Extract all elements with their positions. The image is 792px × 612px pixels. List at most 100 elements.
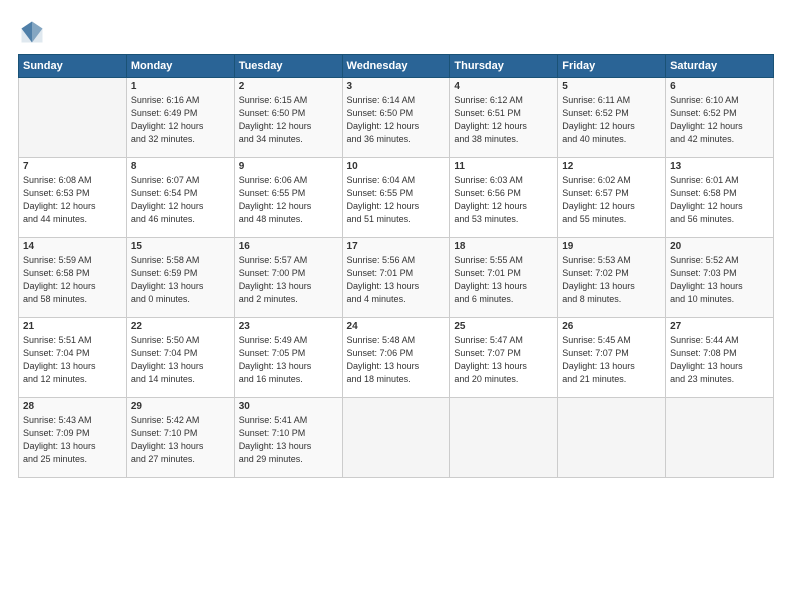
- calendar-table: SundayMondayTuesdayWednesdayThursdayFrid…: [18, 54, 774, 478]
- day-cell: 2Sunrise: 6:15 AM Sunset: 6:50 PM Daylig…: [234, 78, 342, 158]
- day-cell: 17 Sunrise: 5:56 AM Sunset: 7:01 PM Dayli…: [342, 238, 450, 318]
- day-cell: 12 Sunrise: 6:02 AM Sunset: 6:57 PM Dayli…: [558, 158, 666, 238]
- day-cell: 20Sunrise: 5:52 AM Sunset: 7:03 PM Dayli…: [666, 238, 774, 318]
- header-day-friday: Friday: [558, 55, 666, 78]
- day-number: 9: [239, 161, 338, 172]
- day-info: Sunrise: 6:01 AM Sunset: 6:58 PM Dayligh…: [670, 174, 769, 226]
- header-day-wednesday: Wednesday: [342, 55, 450, 78]
- day-cell: 24 Sunrise: 5:48 AM Sunset: 7:06 PM Dayli…: [342, 318, 450, 398]
- day-info: Sunrise: 6:12 AM Sunset: 6:51 PM Dayligh…: [454, 94, 553, 146]
- day-info: Sunrise: 6:14 AM Sunset: 6:50 PM Dayligh…: [347, 94, 446, 146]
- day-info: Sunrise: 5:44 AM Sunset: 7:08 PM Dayligh…: [670, 334, 769, 386]
- day-number: 28: [23, 401, 122, 412]
- week-row-2: 14 Sunrise: 5:59 AM Sunset: 6:58 PM Dayli…: [19, 238, 774, 318]
- day-info: Sunrise: 5:43 AM Sunset: 7:09 PM Dayligh…: [23, 414, 122, 466]
- logo: [18, 18, 50, 46]
- day-cell: [558, 398, 666, 478]
- day-cell: 26Sunrise: 5:45 AM Sunset: 7:07 PM Dayli…: [558, 318, 666, 398]
- day-info: Sunrise: 5:57 AM Sunset: 7:00 PM Dayligh…: [239, 254, 338, 306]
- day-cell: 29Sunrise: 5:42 AM Sunset: 7:10 PM Dayli…: [126, 398, 234, 478]
- day-number: 17: [347, 241, 446, 252]
- week-row-0: 1Sunrise: 6:16 AM Sunset: 6:49 PM Daylig…: [19, 78, 774, 158]
- day-cell: 11Sunrise: 6:03 AM Sunset: 6:56 PM Dayli…: [450, 158, 558, 238]
- calendar-header: SundayMondayTuesdayWednesdayThursdayFrid…: [19, 55, 774, 78]
- day-cell: 10 Sunrise: 6:04 AM Sunset: 6:55 PM Dayli…: [342, 158, 450, 238]
- header: [18, 18, 774, 46]
- day-number: 24: [347, 321, 446, 332]
- day-info: Sunrise: 5:55 AM Sunset: 7:01 PM Dayligh…: [454, 254, 553, 306]
- day-number: 20: [670, 241, 769, 252]
- day-info: Sunrise: 5:56 AM Sunset: 7:01 PM Dayligh…: [347, 254, 446, 306]
- week-row-4: 28 Sunrise: 5:43 AM Sunset: 7:09 PM Dayli…: [19, 398, 774, 478]
- day-cell: 14 Sunrise: 5:59 AM Sunset: 6:58 PM Dayli…: [19, 238, 127, 318]
- day-number: 7: [23, 161, 122, 172]
- day-info: Sunrise: 5:47 AM Sunset: 7:07 PM Dayligh…: [454, 334, 553, 386]
- day-cell: 13 Sunrise: 6:01 AM Sunset: 6:58 PM Dayli…: [666, 158, 774, 238]
- day-info: Sunrise: 5:51 AM Sunset: 7:04 PM Dayligh…: [23, 334, 122, 386]
- week-row-1: 7 Sunrise: 6:08 AM Sunset: 6:53 PM Daylig…: [19, 158, 774, 238]
- day-info: Sunrise: 5:41 AM Sunset: 7:10 PM Dayligh…: [239, 414, 338, 466]
- day-number: 5: [562, 81, 661, 92]
- day-cell: 9 Sunrise: 6:06 AM Sunset: 6:55 PM Daylig…: [234, 158, 342, 238]
- day-number: 13: [670, 161, 769, 172]
- day-cell: [666, 398, 774, 478]
- day-cell: 1Sunrise: 6:16 AM Sunset: 6:49 PM Daylig…: [126, 78, 234, 158]
- day-number: 16: [239, 241, 338, 252]
- day-cell: 16 Sunrise: 5:57 AM Sunset: 7:00 PM Dayli…: [234, 238, 342, 318]
- day-number: 4: [454, 81, 553, 92]
- day-cell: 6Sunrise: 6:10 AM Sunset: 6:52 PM Daylig…: [666, 78, 774, 158]
- day-number: 30: [239, 401, 338, 412]
- day-number: 29: [131, 401, 230, 412]
- day-cell: 19 Sunrise: 5:53 AM Sunset: 7:02 PM Dayli…: [558, 238, 666, 318]
- header-day-tuesday: Tuesday: [234, 55, 342, 78]
- calendar-body: 1Sunrise: 6:16 AM Sunset: 6:49 PM Daylig…: [19, 78, 774, 478]
- day-cell: 28 Sunrise: 5:43 AM Sunset: 7:09 PM Dayli…: [19, 398, 127, 478]
- day-number: 12: [562, 161, 661, 172]
- day-cell: 5 Sunrise: 6:11 AM Sunset: 6:52 PM Daylig…: [558, 78, 666, 158]
- day-cell: [450, 398, 558, 478]
- day-number: 23: [239, 321, 338, 332]
- day-info: Sunrise: 6:07 AM Sunset: 6:54 PM Dayligh…: [131, 174, 230, 226]
- day-cell: [19, 78, 127, 158]
- day-cell: 4 Sunrise: 6:12 AM Sunset: 6:51 PM Daylig…: [450, 78, 558, 158]
- day-info: Sunrise: 5:59 AM Sunset: 6:58 PM Dayligh…: [23, 254, 122, 306]
- day-cell: 8 Sunrise: 6:07 AM Sunset: 6:54 PM Daylig…: [126, 158, 234, 238]
- day-number: 27: [670, 321, 769, 332]
- day-info: Sunrise: 6:15 AM Sunset: 6:50 PM Dayligh…: [239, 94, 338, 146]
- page: SundayMondayTuesdayWednesdayThursdayFrid…: [0, 0, 792, 612]
- day-number: 15: [131, 241, 230, 252]
- logo-icon: [18, 18, 46, 46]
- day-number: 11: [454, 161, 553, 172]
- week-row-3: 21 Sunrise: 5:51 AM Sunset: 7:04 PM Dayli…: [19, 318, 774, 398]
- day-number: 3: [347, 81, 446, 92]
- day-info: Sunrise: 6:08 AM Sunset: 6:53 PM Dayligh…: [23, 174, 122, 226]
- day-number: 18: [454, 241, 553, 252]
- day-number: 26: [562, 321, 661, 332]
- day-cell: 30 Sunrise: 5:41 AM Sunset: 7:10 PM Dayli…: [234, 398, 342, 478]
- day-number: 21: [23, 321, 122, 332]
- day-info: Sunrise: 5:49 AM Sunset: 7:05 PM Dayligh…: [239, 334, 338, 386]
- day-info: Sunrise: 5:48 AM Sunset: 7:06 PM Dayligh…: [347, 334, 446, 386]
- day-number: 10: [347, 161, 446, 172]
- header-row: SundayMondayTuesdayWednesdayThursdayFrid…: [19, 55, 774, 78]
- day-info: Sunrise: 6:02 AM Sunset: 6:57 PM Dayligh…: [562, 174, 661, 226]
- day-info: Sunrise: 6:06 AM Sunset: 6:55 PM Dayligh…: [239, 174, 338, 226]
- day-number: 6: [670, 81, 769, 92]
- day-number: 19: [562, 241, 661, 252]
- day-info: Sunrise: 6:04 AM Sunset: 6:55 PM Dayligh…: [347, 174, 446, 226]
- header-day-thursday: Thursday: [450, 55, 558, 78]
- day-number: 8: [131, 161, 230, 172]
- day-cell: 21 Sunrise: 5:51 AM Sunset: 7:04 PM Dayli…: [19, 318, 127, 398]
- day-cell: 7 Sunrise: 6:08 AM Sunset: 6:53 PM Daylig…: [19, 158, 127, 238]
- day-cell: 23 Sunrise: 5:49 AM Sunset: 7:05 PM Dayli…: [234, 318, 342, 398]
- header-day-monday: Monday: [126, 55, 234, 78]
- day-number: 14: [23, 241, 122, 252]
- day-info: Sunrise: 6:11 AM Sunset: 6:52 PM Dayligh…: [562, 94, 661, 146]
- day-number: 1: [131, 81, 230, 92]
- header-day-saturday: Saturday: [666, 55, 774, 78]
- day-cell: [342, 398, 450, 478]
- day-info: Sunrise: 5:53 AM Sunset: 7:02 PM Dayligh…: [562, 254, 661, 306]
- day-number: 22: [131, 321, 230, 332]
- day-info: Sunrise: 5:58 AM Sunset: 6:59 PM Dayligh…: [131, 254, 230, 306]
- day-cell: 3 Sunrise: 6:14 AM Sunset: 6:50 PM Daylig…: [342, 78, 450, 158]
